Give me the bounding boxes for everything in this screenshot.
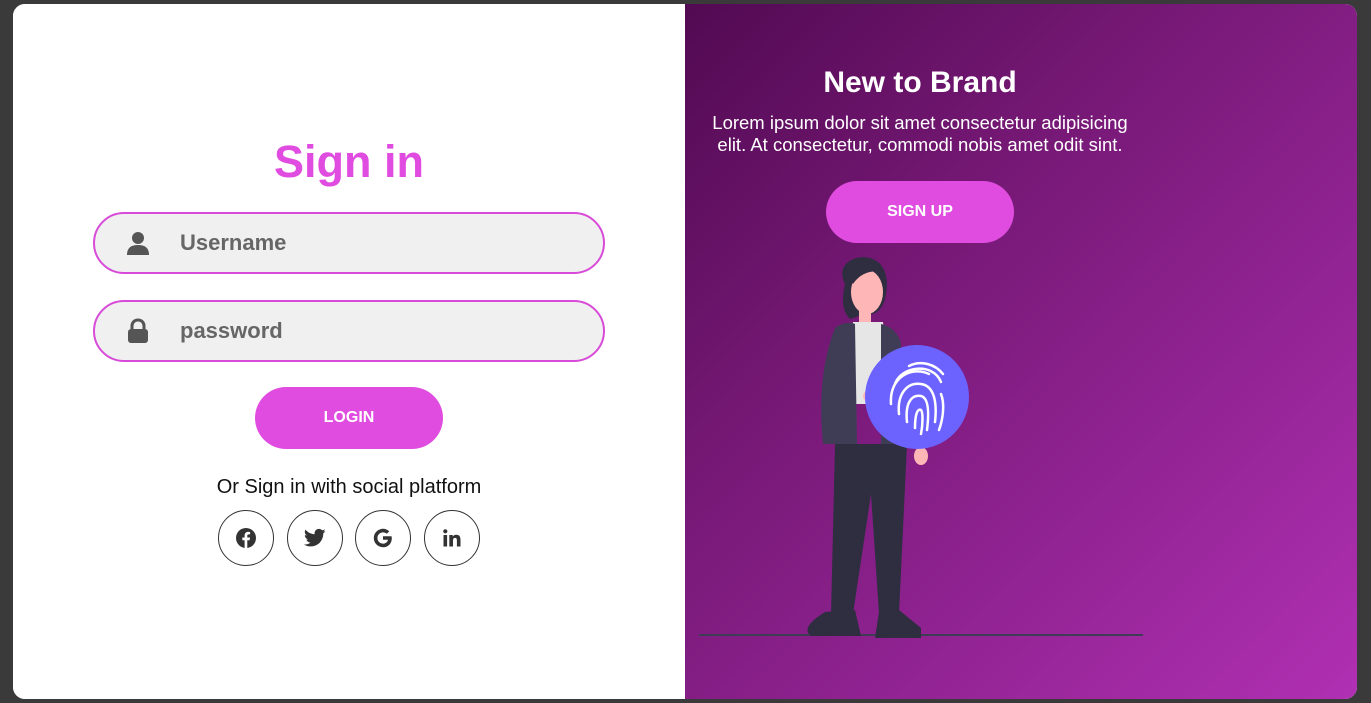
facebook-button[interactable]	[218, 510, 274, 566]
social-signin-text: Or Sign in with social platform	[216, 476, 482, 498]
signup-panel: New to Brand Lorem ipsum dolor sit amet …	[685, 4, 1357, 699]
signup-button[interactable]: SIGN UP	[826, 181, 1014, 243]
login-button[interactable]: LOGIN	[255, 387, 443, 449]
linkedin-button[interactable]	[424, 510, 480, 566]
lock-icon	[128, 318, 148, 343]
google-button[interactable]	[355, 510, 411, 566]
password-input[interactable]	[180, 302, 580, 360]
linkedin-icon	[443, 529, 461, 547]
fingerprint-illustration	[699, 257, 1143, 638]
twitter-icon	[304, 528, 326, 547]
google-icon	[373, 528, 392, 548]
signin-title: Sign in	[274, 136, 424, 187]
password-field[interactable]	[93, 300, 605, 362]
user-icon	[127, 232, 149, 255]
facebook-icon	[236, 528, 256, 548]
username-field[interactable]	[93, 212, 605, 274]
app-frame: Sign in LOGIN Or Sign in with social pla…	[13, 4, 1357, 699]
signin-panel: Sign in LOGIN Or Sign in with social pla…	[13, 4, 685, 699]
twitter-button[interactable]	[287, 510, 343, 566]
username-input[interactable]	[180, 214, 580, 272]
panel-title: New to Brand	[823, 66, 1017, 99]
panel-description: Lorem ipsum dolor sit amet consectetur a…	[712, 112, 1128, 155]
